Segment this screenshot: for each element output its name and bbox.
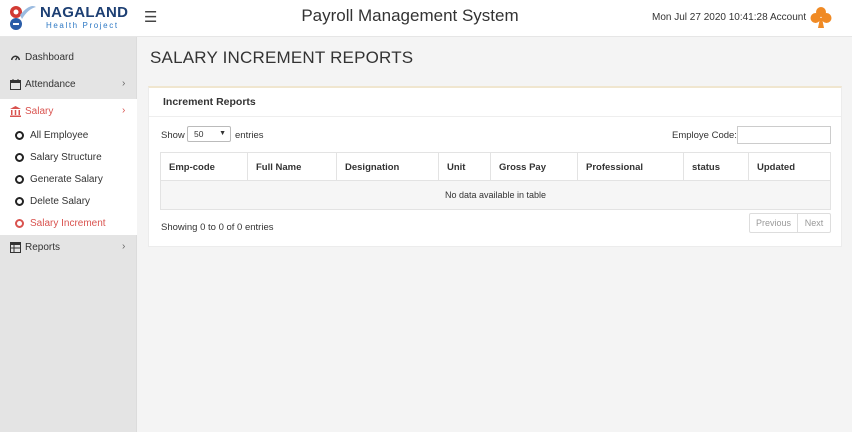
top-header: NAGALAND Health Project ☰ Payroll Manage… [0,0,852,37]
column-header-emp-code[interactable]: Emp-code [161,153,248,181]
logo-title: NAGALAND [40,4,129,21]
circle-icon [15,175,24,184]
column-header-updated[interactable]: Updated [749,153,830,181]
sidebar: Dashboard Attendance › Salary › All Empl… [0,37,137,432]
sidebar-subitem-generate-salary[interactable]: Generate Salary [0,169,137,191]
column-header-designation[interactable]: Designation [337,153,439,181]
sidebar-subitem-label: Salary Structure [30,152,102,163]
sidebar-subitem-all-employee[interactable]: All Employee [0,125,137,147]
entries-length-value: 50 [194,129,204,139]
logo-subtitle: Health Project [46,21,119,30]
circle-icon [15,197,24,206]
circle-icon [15,153,24,162]
sidebar-item-label: Salary [25,106,54,117]
club-icon[interactable] [810,6,832,30]
hamburger-icon[interactable]: ☰ [144,9,160,27]
entries-label: entries [235,130,264,141]
sidebar-item-attendance[interactable]: Attendance › [0,72,137,98]
sidebar-item-label: Dashboard [25,52,74,63]
sidebar-subitem-salary-structure[interactable]: Salary Structure [0,147,137,169]
sidebar-subitem-label: All Employee [30,130,89,141]
column-header-professional[interactable]: Professional [578,153,684,181]
logo[interactable]: NAGALAND Health Project [8,3,133,33]
next-page-button[interactable]: Next [798,214,830,232]
table-icon [10,242,21,253]
show-label: Show [161,130,185,141]
employee-code-label: Employe Code: [672,130,737,141]
column-header-unit[interactable]: Unit [439,153,491,181]
empty-table-message: No data available in table [161,181,830,209]
chevron-right-icon: › [122,78,126,89]
sidebar-item-dashboard[interactable]: Dashboard [0,45,137,71]
sidebar-item-reports[interactable]: Reports › [0,235,137,261]
sidebar-item-salary[interactable]: Salary › [0,99,137,125]
sidebar-subitem-label: Delete Salary [30,196,91,207]
sidebar-subitem-delete-salary[interactable]: Delete Salary [0,191,137,213]
sidebar-subitem-salary-increment[interactable]: Salary Increment [0,213,137,235]
increment-reports-card: Increment Reports Show 50 ▼ entries Empl… [148,86,842,247]
app-title: Payroll Management System [301,6,519,25]
account-link[interactable]: Account [770,12,806,23]
table-header-row: Emp-code Full Name Designation Unit Gros… [161,153,830,181]
table-info: Showing 0 to 0 of 0 entries [161,222,274,233]
logo-emblem-icon [10,6,36,30]
card-title: Increment Reports [163,96,256,108]
sidebar-item-label: Attendance [25,79,76,90]
circle-icon [15,219,24,228]
circle-icon [15,131,24,140]
page-title: SALARY INCREMENT REPORTS [150,48,414,67]
chevron-right-icon: › [122,105,126,116]
sidebar-item-label: Reports [25,242,61,253]
column-header-full-name[interactable]: Full Name [248,153,337,181]
dashboard-icon [11,55,20,61]
sidebar-subitem-label: Generate Salary [30,174,103,185]
divider [149,116,841,117]
previous-page-button[interactable]: Previous [750,214,798,232]
column-header-status[interactable]: status [684,153,749,181]
bank-icon [10,106,21,117]
entries-length-select[interactable]: 50 ▼ [187,126,231,142]
calendar-icon [10,79,21,90]
chevron-right-icon: › [122,241,126,252]
chevron-down-icon: ▼ [219,130,226,137]
sidebar-subitem-label: Salary Increment [30,218,106,229]
reports-table: Emp-code Full Name Designation Unit Gros… [160,152,831,210]
datetime: Mon Jul 27 2020 10:41:28 [652,12,768,23]
pagination: Previous Next [749,213,831,233]
employee-code-input[interactable] [737,126,831,144]
column-header-gross-pay[interactable]: Gross Pay [491,153,578,181]
